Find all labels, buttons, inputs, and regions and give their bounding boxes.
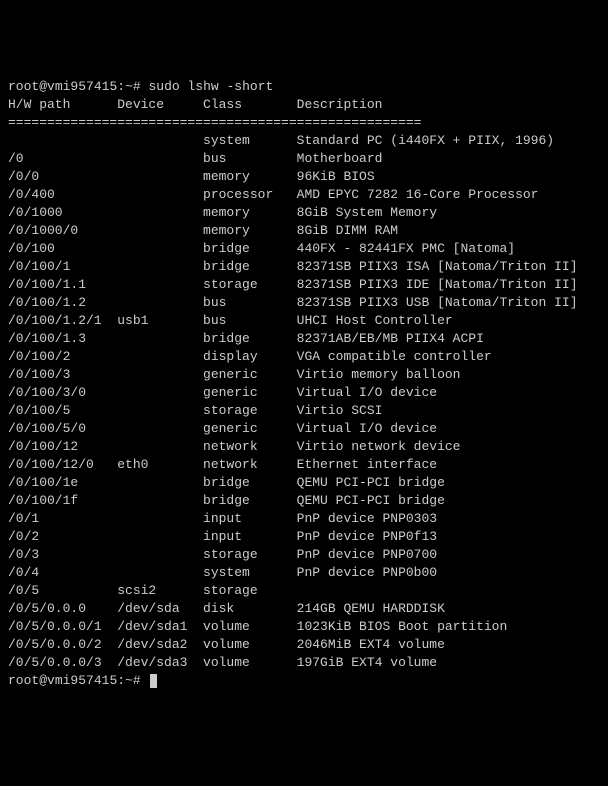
prompt-user: root [8,79,39,94]
prompt-ready[interactable]: root@vmi957415:~# [8,672,600,690]
output-line: /0/100/3/0 generic Virtual I/O device [8,384,600,402]
output-line: /0/4 system PnP device PNP0b00 [8,564,600,582]
output-line: /0/100/5 storage Virtio SCSI [8,402,600,420]
output-line: /0/100/1e bridge QEMU PCI-PCI bridge [8,474,600,492]
output-line: /0/100/1 bridge 82371SB PIIX3 ISA [Natom… [8,258,600,276]
output-line: /0/100/5/0 generic Virtual I/O device [8,420,600,438]
terminal-output: root@vmi957415:~# sudo lshw -shortH/W pa… [8,78,600,690]
output-line: /0/100/1.2 bus 82371SB PIIX3 USB [Natoma… [8,294,600,312]
output-line: /0/5/0.0.0/3 /dev/sda3 volume 197GiB EXT… [8,654,600,672]
output-line: root@vmi957415:~# sudo lshw -short [8,78,600,96]
output-line: /0/5/0.0.0/2 /dev/sda2 volume 2046MiB EX… [8,636,600,654]
output-line: /0/5 scsi2 storage [8,582,600,600]
output-line: /0/100/3 generic Virtio memory balloon [8,366,600,384]
output-line: /0/100/2 display VGA compatible controll… [8,348,600,366]
output-line: /0/100/1f bridge QEMU PCI-PCI bridge [8,492,600,510]
output-line: /0/400 processor AMD EPYC 7282 16-Core P… [8,186,600,204]
output-line: /0/100/12/0 eth0 network Ethernet interf… [8,456,600,474]
output-line: /0/1000/0 memory 8GiB DIMM RAM [8,222,600,240]
output-line: /0/100/1.1 storage 82371SB PIIX3 IDE [Na… [8,276,600,294]
output-line: /0/100/12 network Virtio network device [8,438,600,456]
output-line: /0/1000 memory 8GiB System Memory [8,204,600,222]
output-line: /0/3 storage PnP device PNP0700 [8,546,600,564]
output-line: /0/100/1.3 bridge 82371AB/EB/MB PIIX4 AC… [8,330,600,348]
output-line: H/W path Device Class Description [8,96,600,114]
output-line: system Standard PC (i440FX + PIIX, 1996) [8,132,600,150]
prompt-path: ~ [125,79,133,94]
output-line: /0/100 bridge 440FX - 82441FX PMC [Natom… [8,240,600,258]
command: sudo lshw -short [148,79,273,94]
output-line: /0/100/1.2/1 usb1 bus UHCI Host Controll… [8,312,600,330]
cursor-icon [150,674,157,688]
output-line: /0/5/0.0.0/1 /dev/sda1 volume 1023KiB BI… [8,618,600,636]
output-line: /0/5/0.0.0 /dev/sda disk 214GB QEMU HARD… [8,600,600,618]
prompt-host: vmi957415 [47,79,117,94]
output-line: /0/0 memory 96KiB BIOS [8,168,600,186]
output-line: /0/1 input PnP device PNP0303 [8,510,600,528]
output-line: /0 bus Motherboard [8,150,600,168]
output-line: /0/2 input PnP device PNP0f13 [8,528,600,546]
output-line: ========================================… [8,114,600,132]
